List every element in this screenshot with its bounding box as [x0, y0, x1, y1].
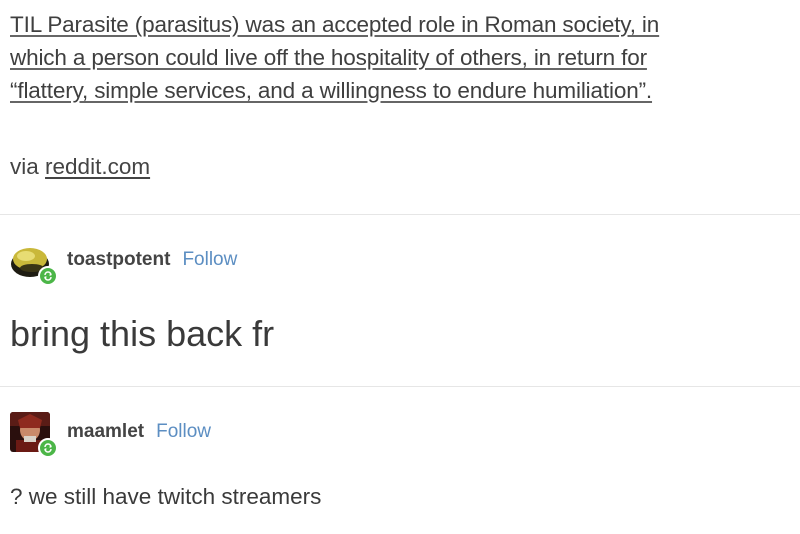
username[interactable]: maamlet — [67, 421, 144, 443]
source-attribution: via reddit.com — [10, 152, 150, 182]
reblog-comment: bring this back fr — [10, 313, 275, 354]
reblog-icon — [38, 438, 58, 458]
reblog-header-maamlet: maamlet Follow — [10, 412, 211, 458]
divider — [0, 214, 800, 215]
divider — [0, 386, 800, 387]
reblog-header-toastpotent: toastpotent Follow — [10, 240, 237, 286]
source-link[interactable]: reddit.com — [45, 154, 150, 179]
reblog-icon — [38, 266, 58, 286]
reblog-comment: ? we still have twitch streamers — [10, 484, 322, 509]
original-post: TIL Parasite (parasitus) was an accepted… — [10, 8, 790, 107]
follow-button[interactable]: Follow — [182, 249, 237, 271]
post-link-line-3[interactable]: “flattery, simple services, and a willin… — [10, 74, 790, 107]
username[interactable]: toastpotent — [67, 249, 170, 271]
follow-button[interactable]: Follow — [156, 421, 211, 443]
avatar[interactable] — [10, 240, 58, 286]
avatar[interactable] — [10, 412, 58, 458]
source-prefix: via — [10, 154, 39, 179]
post-link-line-2[interactable]: which a person could live off the hospit… — [10, 41, 790, 74]
post-link-line-1[interactable]: TIL Parasite (parasitus) was an accepted… — [10, 8, 790, 41]
